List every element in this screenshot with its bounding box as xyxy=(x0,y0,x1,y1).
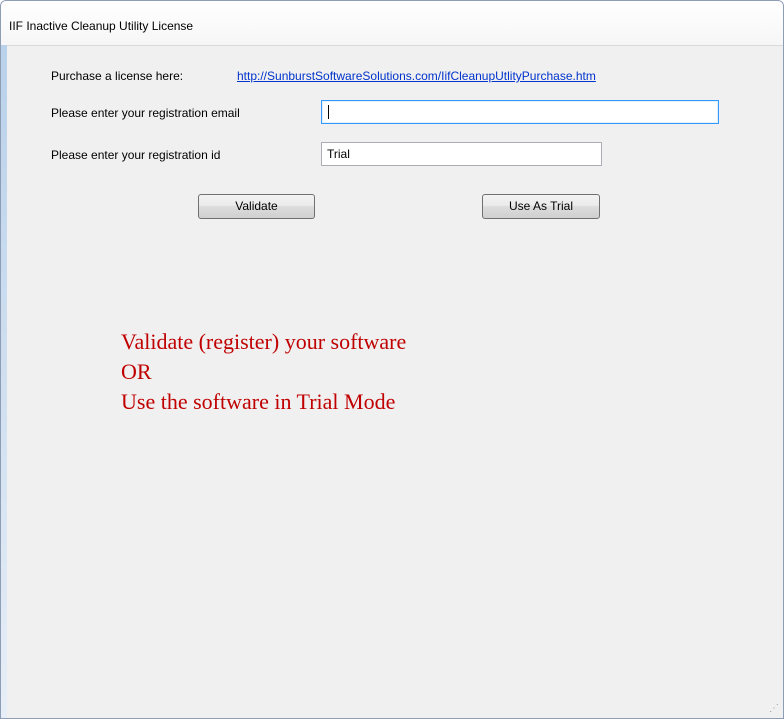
email-field[interactable] xyxy=(321,100,719,124)
email-label: Please enter your registration email xyxy=(51,106,240,120)
purchase-link[interactable]: http://SunburstSoftwareSolutions.com/Iif… xyxy=(237,69,596,83)
registration-id-field[interactable] xyxy=(321,142,602,166)
use-as-trial-button[interactable]: Use As Trial xyxy=(482,194,600,219)
message-line-trial: Use the software in Trial Mode xyxy=(121,389,396,414)
instruction-message: Validate (register) your software OR Use… xyxy=(121,327,406,417)
regid-label: Please enter your registration id xyxy=(51,148,221,162)
license-window: IIF Inactive Cleanup Utility License Pur… xyxy=(0,0,784,719)
window-left-edge xyxy=(1,45,7,718)
validate-button[interactable]: Validate xyxy=(198,194,315,219)
purchase-label: Purchase a license here: xyxy=(51,69,184,83)
title-bar[interactable]: IIF Inactive Cleanup Utility License xyxy=(1,1,783,46)
resize-grip-icon[interactable]: ⋰ xyxy=(769,704,779,714)
window-title: IIF Inactive Cleanup Utility License xyxy=(9,19,194,33)
text-caret xyxy=(328,105,329,119)
message-line-or: OR xyxy=(121,359,152,384)
message-line-validate: Validate (register) your software xyxy=(121,329,407,354)
